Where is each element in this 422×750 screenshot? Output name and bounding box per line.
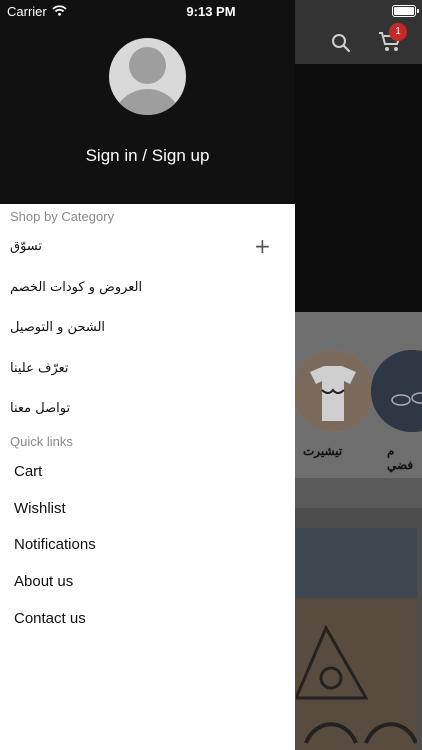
category-item-offers[interactable]: العروض و كودات الخصم bbox=[0, 269, 295, 309]
category-item-contact[interactable]: تواصل معنا bbox=[0, 390, 295, 430]
category-label-silver: م فضي bbox=[387, 444, 414, 472]
quick-link-notifications[interactable]: Notifications bbox=[14, 536, 96, 553]
sign-in-button[interactable]: Sign in / Sign up bbox=[0, 146, 295, 166]
battery-icon bbox=[392, 5, 419, 17]
status-bar: Carrier 9:13 PM bbox=[0, 0, 422, 22]
clock: 9:13 PM bbox=[186, 4, 236, 19]
category-label-tshirt: تيشيرت bbox=[303, 444, 343, 458]
product-image[interactable] bbox=[296, 528, 417, 750]
quick-link-wishlist[interactable]: Wishlist bbox=[14, 500, 66, 517]
category-image-tshirt[interactable] bbox=[292, 350, 374, 432]
quick-links-title: Quick links bbox=[10, 434, 73, 449]
expand-plus-icon[interactable]: + bbox=[254, 236, 271, 256]
avatar[interactable] bbox=[109, 38, 186, 115]
category-item-label: الشحن و التوصيل bbox=[10, 320, 106, 335]
search-icon[interactable] bbox=[331, 33, 351, 58]
shop-by-category-title: Shop by Category bbox=[10, 209, 115, 224]
quick-link-contact[interactable]: Contact us bbox=[14, 610, 86, 627]
drawer-header: Sign in / Sign up bbox=[0, 0, 295, 204]
quick-link-cart[interactable]: Cart bbox=[14, 463, 42, 480]
cart-badge: 1 bbox=[389, 23, 407, 41]
category-item-label: تواصل معنا bbox=[10, 401, 71, 416]
category-item-label: تعرّف علينا bbox=[10, 361, 69, 376]
category-item-shop[interactable]: تسوّق + bbox=[0, 228, 295, 268]
quick-link-about[interactable]: About us bbox=[14, 573, 73, 590]
category-item-about[interactable]: تعرّف علينا bbox=[0, 350, 295, 390]
side-drawer: Sign in / Sign up Shop by Category تسوّق… bbox=[0, 0, 295, 750]
category-item-label: العروض و كودات الخصم bbox=[10, 280, 143, 295]
category-item-shipping[interactable]: الشحن و التوصيل bbox=[0, 309, 295, 349]
category-item-label: تسوّق bbox=[10, 239, 43, 254]
